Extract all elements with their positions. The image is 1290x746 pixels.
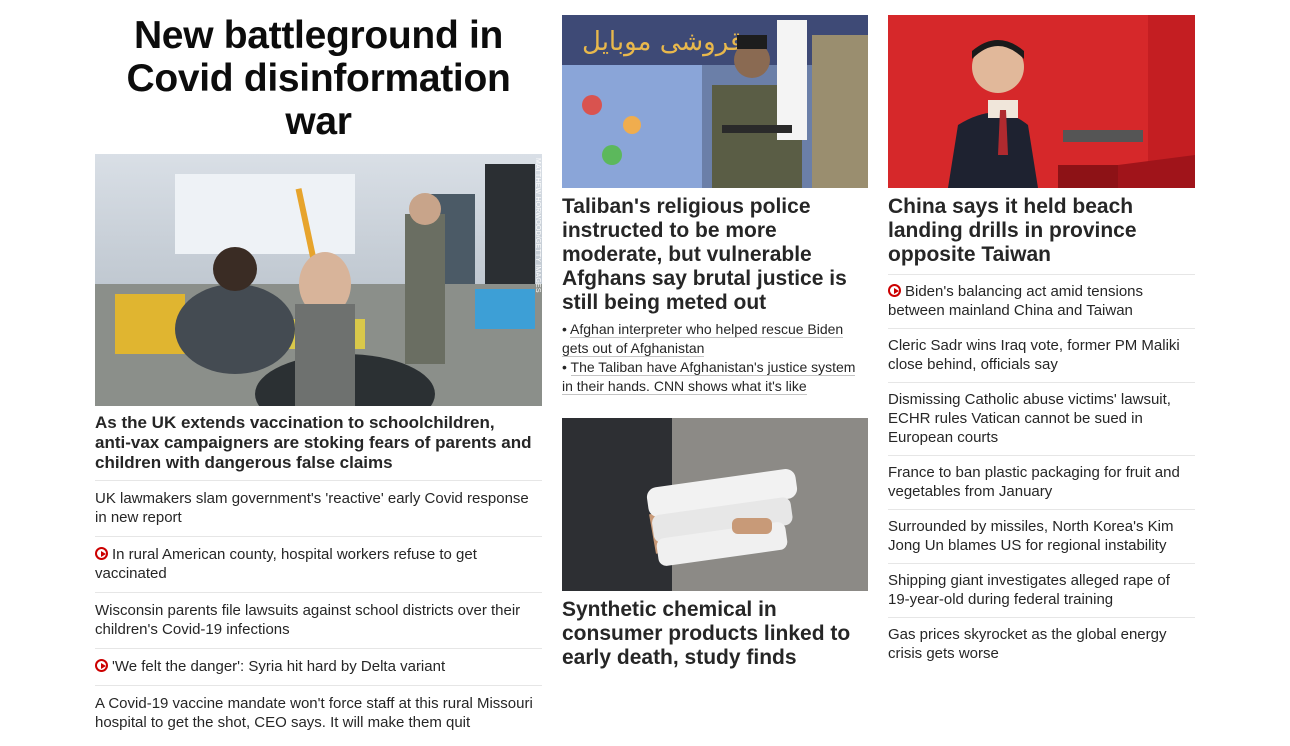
list-item[interactable]: Cleric Sadr wins Iraq vote, former PM Ma… <box>888 328 1195 382</box>
list-item-text: 'We felt the danger': Syria hit hard by … <box>112 658 446 675</box>
left-story-list: UK lawmakers slam government's 'reactive… <box>95 480 542 741</box>
chemical-headline[interactable]: Synthetic chemical in consumer products … <box>562 598 868 670</box>
list-item[interactable]: A Covid-19 vaccine mandate won't force s… <box>95 685 542 741</box>
list-item[interactable]: Shipping giant investigates alleged rape… <box>888 563 1195 617</box>
svg-text:قروشی موبایل: قروشی موبایل <box>582 27 743 57</box>
list-item[interactable]: France to ban plastic packaging for frui… <box>888 455 1195 509</box>
list-item[interactable]: Biden's balancing act amid tensions betw… <box>888 274 1195 328</box>
list-item[interactable]: UK lawmakers slam government's 'reactive… <box>95 480 542 536</box>
list-item[interactable]: Surrounded by missiles, North Korea's Ki… <box>888 509 1195 563</box>
speaker-illustration <box>888 15 1195 188</box>
list-item-text: Shipping giant investigates alleged rape… <box>888 572 1170 608</box>
taliban-headline[interactable]: Taliban's religious police instructed to… <box>562 195 862 315</box>
list-item-text: UK lawmakers slam government's 'reactive… <box>95 490 529 526</box>
related-link-text: Afghan interpreter who helped rescue Bid… <box>562 321 844 357</box>
hero-image-classroom[interactable]: MATTHEW HORWOOD/GETTY IMAGES <box>95 154 542 406</box>
china-image[interactable] <box>888 15 1195 188</box>
china-headline[interactable]: China says it held beach landing drills … <box>888 195 1188 267</box>
list-item-text: Gas prices skyrocket as the global energ… <box>888 626 1167 662</box>
list-item[interactable]: 'We felt the danger': Syria hit hard by … <box>95 648 542 685</box>
list-item-text: In rural American county, hospital worke… <box>95 546 477 582</box>
takeout-box-illustration <box>562 418 868 591</box>
list-item-text: A Covid-19 vaccine mandate won't force s… <box>95 695 533 731</box>
list-item-text: Surrounded by missiles, North Korea's Ki… <box>888 518 1174 554</box>
related-link[interactable]: • Afghan interpreter who helped rescue B… <box>562 320 862 358</box>
list-item-text: Dismissing Catholic abuse victims' lawsu… <box>888 391 1171 446</box>
related-link[interactable]: • The Taliban have Afghanistan's justice… <box>562 358 862 396</box>
related-link-text: The Taliban have Afghanistan's justice s… <box>562 359 856 395</box>
hero-headline[interactable]: As the UK extends vaccination to schoolc… <box>95 413 535 473</box>
list-item-text: France to ban plastic packaging for frui… <box>888 464 1180 500</box>
list-item[interactable]: Dismissing Catholic abuse victims' lawsu… <box>888 382 1195 455</box>
taliban-image[interactable]: قروشی موبایل <box>562 15 868 188</box>
banner-headline[interactable]: New battleground in Covid disinformation… <box>95 14 542 143</box>
list-item[interactable]: In rural American county, hospital worke… <box>95 536 542 592</box>
classroom-illustration <box>95 154 542 406</box>
chemical-image[interactable] <box>562 418 868 591</box>
list-item-text: Cleric Sadr wins Iraq vote, former PM Ma… <box>888 337 1180 373</box>
play-video-icon <box>95 659 108 672</box>
play-video-icon <box>95 547 108 560</box>
photo-credit: MATTHEW HORWOOD/GETTY IMAGES <box>534 158 541 293</box>
market-illustration: قروشی موبایل <box>562 15 868 188</box>
list-item[interactable]: Gas prices skyrocket as the global energ… <box>888 617 1195 671</box>
related-links: • Afghan interpreter who helped rescue B… <box>562 320 862 396</box>
right-story-list: Biden's balancing act amid tensions betw… <box>888 274 1195 671</box>
list-item-text: Biden's balancing act amid tensions betw… <box>888 283 1144 319</box>
list-item[interactable]: Wisconsin parents file lawsuits against … <box>95 592 542 648</box>
list-item-text: Wisconsin parents file lawsuits against … <box>95 602 521 638</box>
play-video-icon <box>888 284 901 297</box>
